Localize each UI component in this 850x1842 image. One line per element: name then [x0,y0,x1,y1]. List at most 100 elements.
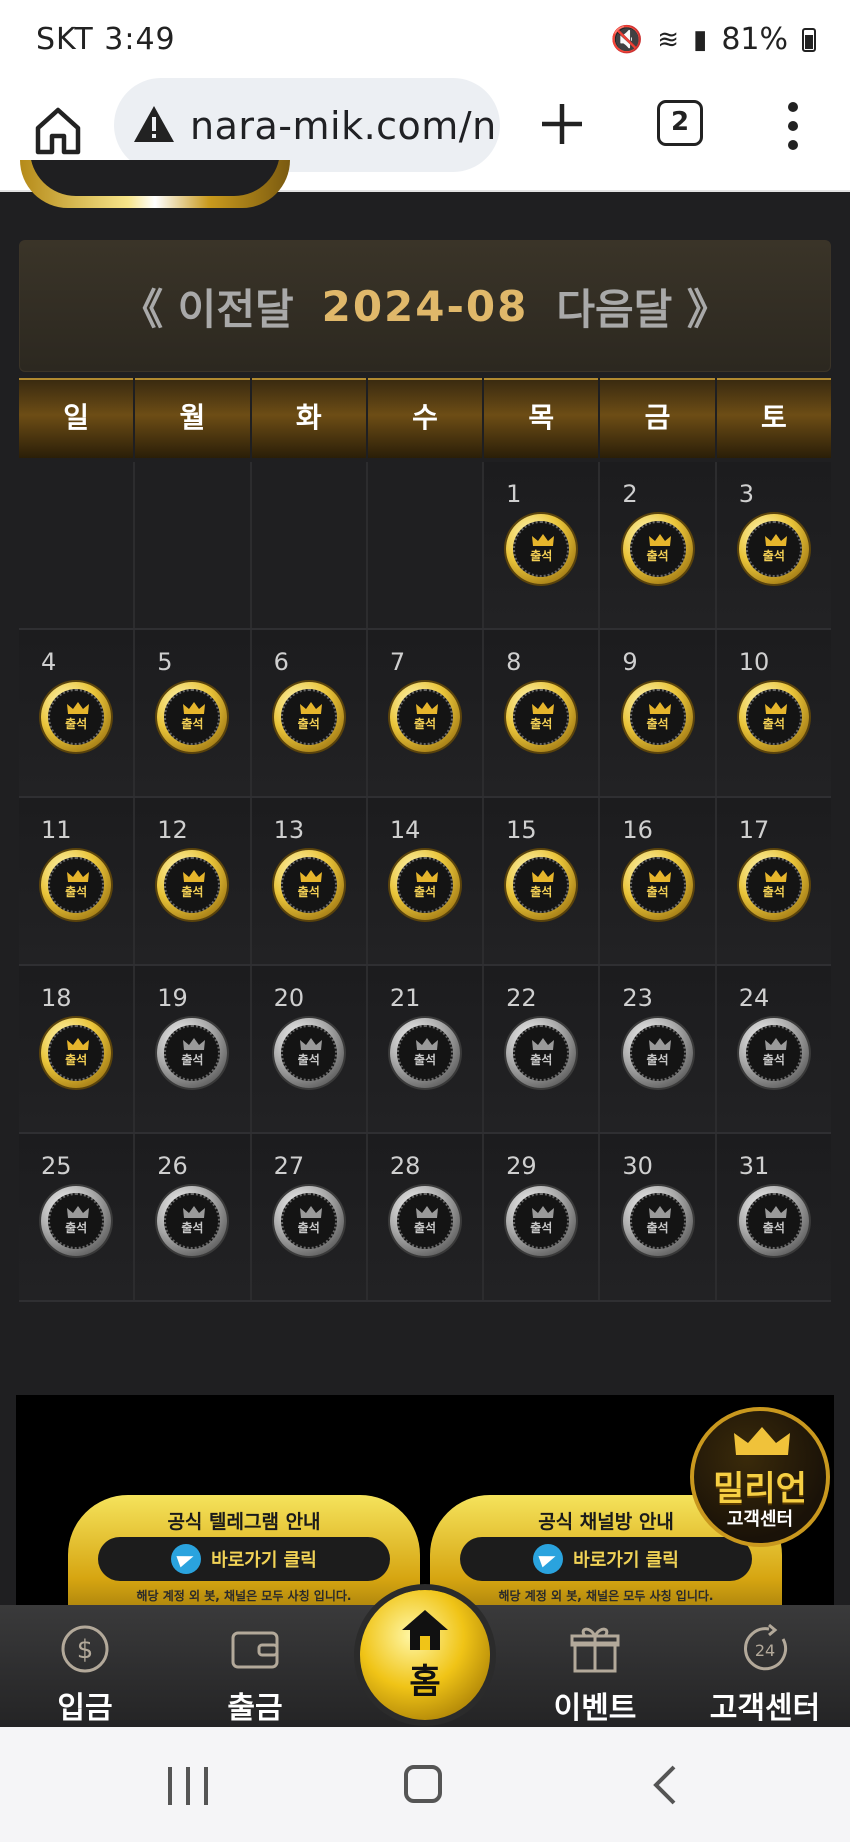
url-bar[interactable]: nara-mik.com/n [114,78,500,172]
stamp-label: 출석 [646,549,669,563]
attendance-stamp-unchecked: 출석 [622,1186,693,1256]
stamp-inner: 출석 [280,1193,337,1249]
attendance-stamp-unchecked: 출석 [157,1018,228,1088]
calendar-day-cell: 19 출석 [135,966,252,1132]
day-number: 5 [157,648,173,676]
stamp-inner: 출석 [513,857,570,913]
attendance-stamp-checked: 출석 [506,514,577,584]
calendar-week-row: 25 출석 26 출석 27 출석 28 출석 29 출석 30 출석 31 출석 [19,1134,831,1302]
tabs-button[interactable]: 2 [657,100,703,146]
stamp-label: 출석 [762,1053,785,1067]
nav-deposit[interactable]: $ 입금 [0,1605,170,1727]
calendar-empty-cell [135,462,252,628]
stamp-label: 출석 [762,549,785,563]
calendar-day-cell: 6 출석 [251,630,368,796]
top-banner-decoration [20,160,290,208]
stamp-label: 출석 [297,885,320,899]
day-number: 10 [738,648,770,676]
channel-link-button[interactable]: 바로가기 클릭 [460,1537,752,1581]
nav-event[interactable]: 이벤트 [510,1605,680,1727]
telegram-card[interactable]: 공식 텔레그램 안내 바로가기 클릭 해당 계정 외 봇, 채널은 모두 사칭 … [68,1495,420,1605]
attendance-stamp-checked: 출석 [738,682,809,752]
day-number: 20 [273,984,305,1012]
day-number: 6 [273,648,289,676]
day-number: 21 [389,984,421,1012]
battery-icon [802,27,816,52]
stamp-label: 출석 [181,1221,204,1235]
stamp-label: 출석 [181,1053,204,1067]
stamp-label: 출석 [762,885,785,899]
calendar-day-cell: 10 출석 [716,630,831,796]
calendar-day-cell: 30 출석 [600,1134,717,1300]
signal-icon: ▮ [693,24,708,55]
calendar-day-cell: 27 출석 [251,1134,368,1300]
day-number: 17 [738,816,770,844]
svg-text:$: $ [77,1635,94,1665]
crown-icon [415,870,438,882]
crown-icon [299,1206,322,1218]
home-icon[interactable] [30,102,86,158]
stamp-inner: 출석 [164,689,221,745]
day-number: 23 [622,984,653,1012]
plus-icon[interactable] [536,98,588,150]
stamp-inner: 출석 [48,1193,105,1249]
customer-center-badge[interactable]: 밀리언 고객센터 [690,1407,830,1547]
stamp-inner: 출석 [745,1025,802,1081]
stamp-inner: 출석 [745,689,802,745]
stamp-label: 출석 [297,1221,320,1235]
back-icon[interactable] [650,1765,680,1805]
next-month-link[interactable]: 다음달 》 [556,276,729,337]
status-time: SKT 3:49 [36,22,176,57]
recent-apps-icon[interactable] [168,1767,208,1805]
attendance-stamp-checked: 출석 [41,850,112,920]
stamp-label: 출석 [762,717,785,731]
weekday-tue: 화 [251,378,366,458]
status-icons: 🔇 ≋ ▮ 81% [611,22,816,57]
nav-support[interactable]: 24 고객센터 [680,1605,850,1727]
nav-home-button[interactable]: 홈 [360,1590,490,1720]
stamp-inner: 출석 [280,857,337,913]
warning-icon[interactable] [132,104,176,144]
crown-icon [764,1038,787,1050]
customer-center-brand: 밀리언 [713,1469,807,1509]
url-text[interactable]: nara-mik.com/n [190,104,497,148]
stamp-inner: 출석 [48,689,105,745]
calendar-day-cell: 11 출석 [19,798,136,964]
stamp-label: 출석 [181,885,204,899]
weekday-mon: 월 [135,378,250,458]
calendar-day-cell: 24 출석 [716,966,831,1132]
crown-icon [299,702,322,714]
gift-icon [570,1627,620,1673]
crown-icon [299,1038,322,1050]
attendance-stamp-checked: 출석 [506,850,577,920]
nav-withdraw-label: 출금 [227,1691,283,1726]
stamp-inner: 출석 [745,1193,802,1249]
crown-icon [67,702,90,714]
crown-icon [415,1206,438,1218]
stamp-label: 출석 [413,717,437,731]
attendance-stamp-unchecked: 출석 [389,1186,460,1256]
more-icon[interactable] [778,98,808,154]
calendar-day-cell: 14 출석 [367,798,485,964]
day-number: 27 [273,1152,305,1180]
stamp-inner: 출석 [513,689,570,745]
stamp-label: 출석 [297,717,320,731]
telegram-icon [533,1544,564,1574]
calendar-day-cell: 29 출석 [484,1134,601,1300]
mute-icon: 🔇 [610,24,644,55]
crown-icon [532,702,555,714]
calendar-day-cell: 8 출석 [484,630,601,796]
weekday-header: 일 월 화 수 목 금 토 [19,378,831,458]
telegram-link-button[interactable]: 바로가기 클릭 [98,1537,390,1581]
system-home-icon[interactable] [404,1765,442,1803]
stamp-inner: 출석 [48,1025,105,1081]
stamp-label: 출석 [646,717,669,731]
stamp-label: 출석 [413,885,437,899]
nav-support-label: 고객센터 [709,1691,821,1726]
prev-month-link[interactable]: 《 이전달 [121,276,294,337]
nav-withdraw[interactable]: 출금 [170,1605,340,1727]
day-number: 4 [41,648,57,676]
calendar-day-cell: 2 출석 [600,462,717,628]
crown-icon [764,870,787,882]
nav-event-label: 이벤트 [553,1691,637,1726]
